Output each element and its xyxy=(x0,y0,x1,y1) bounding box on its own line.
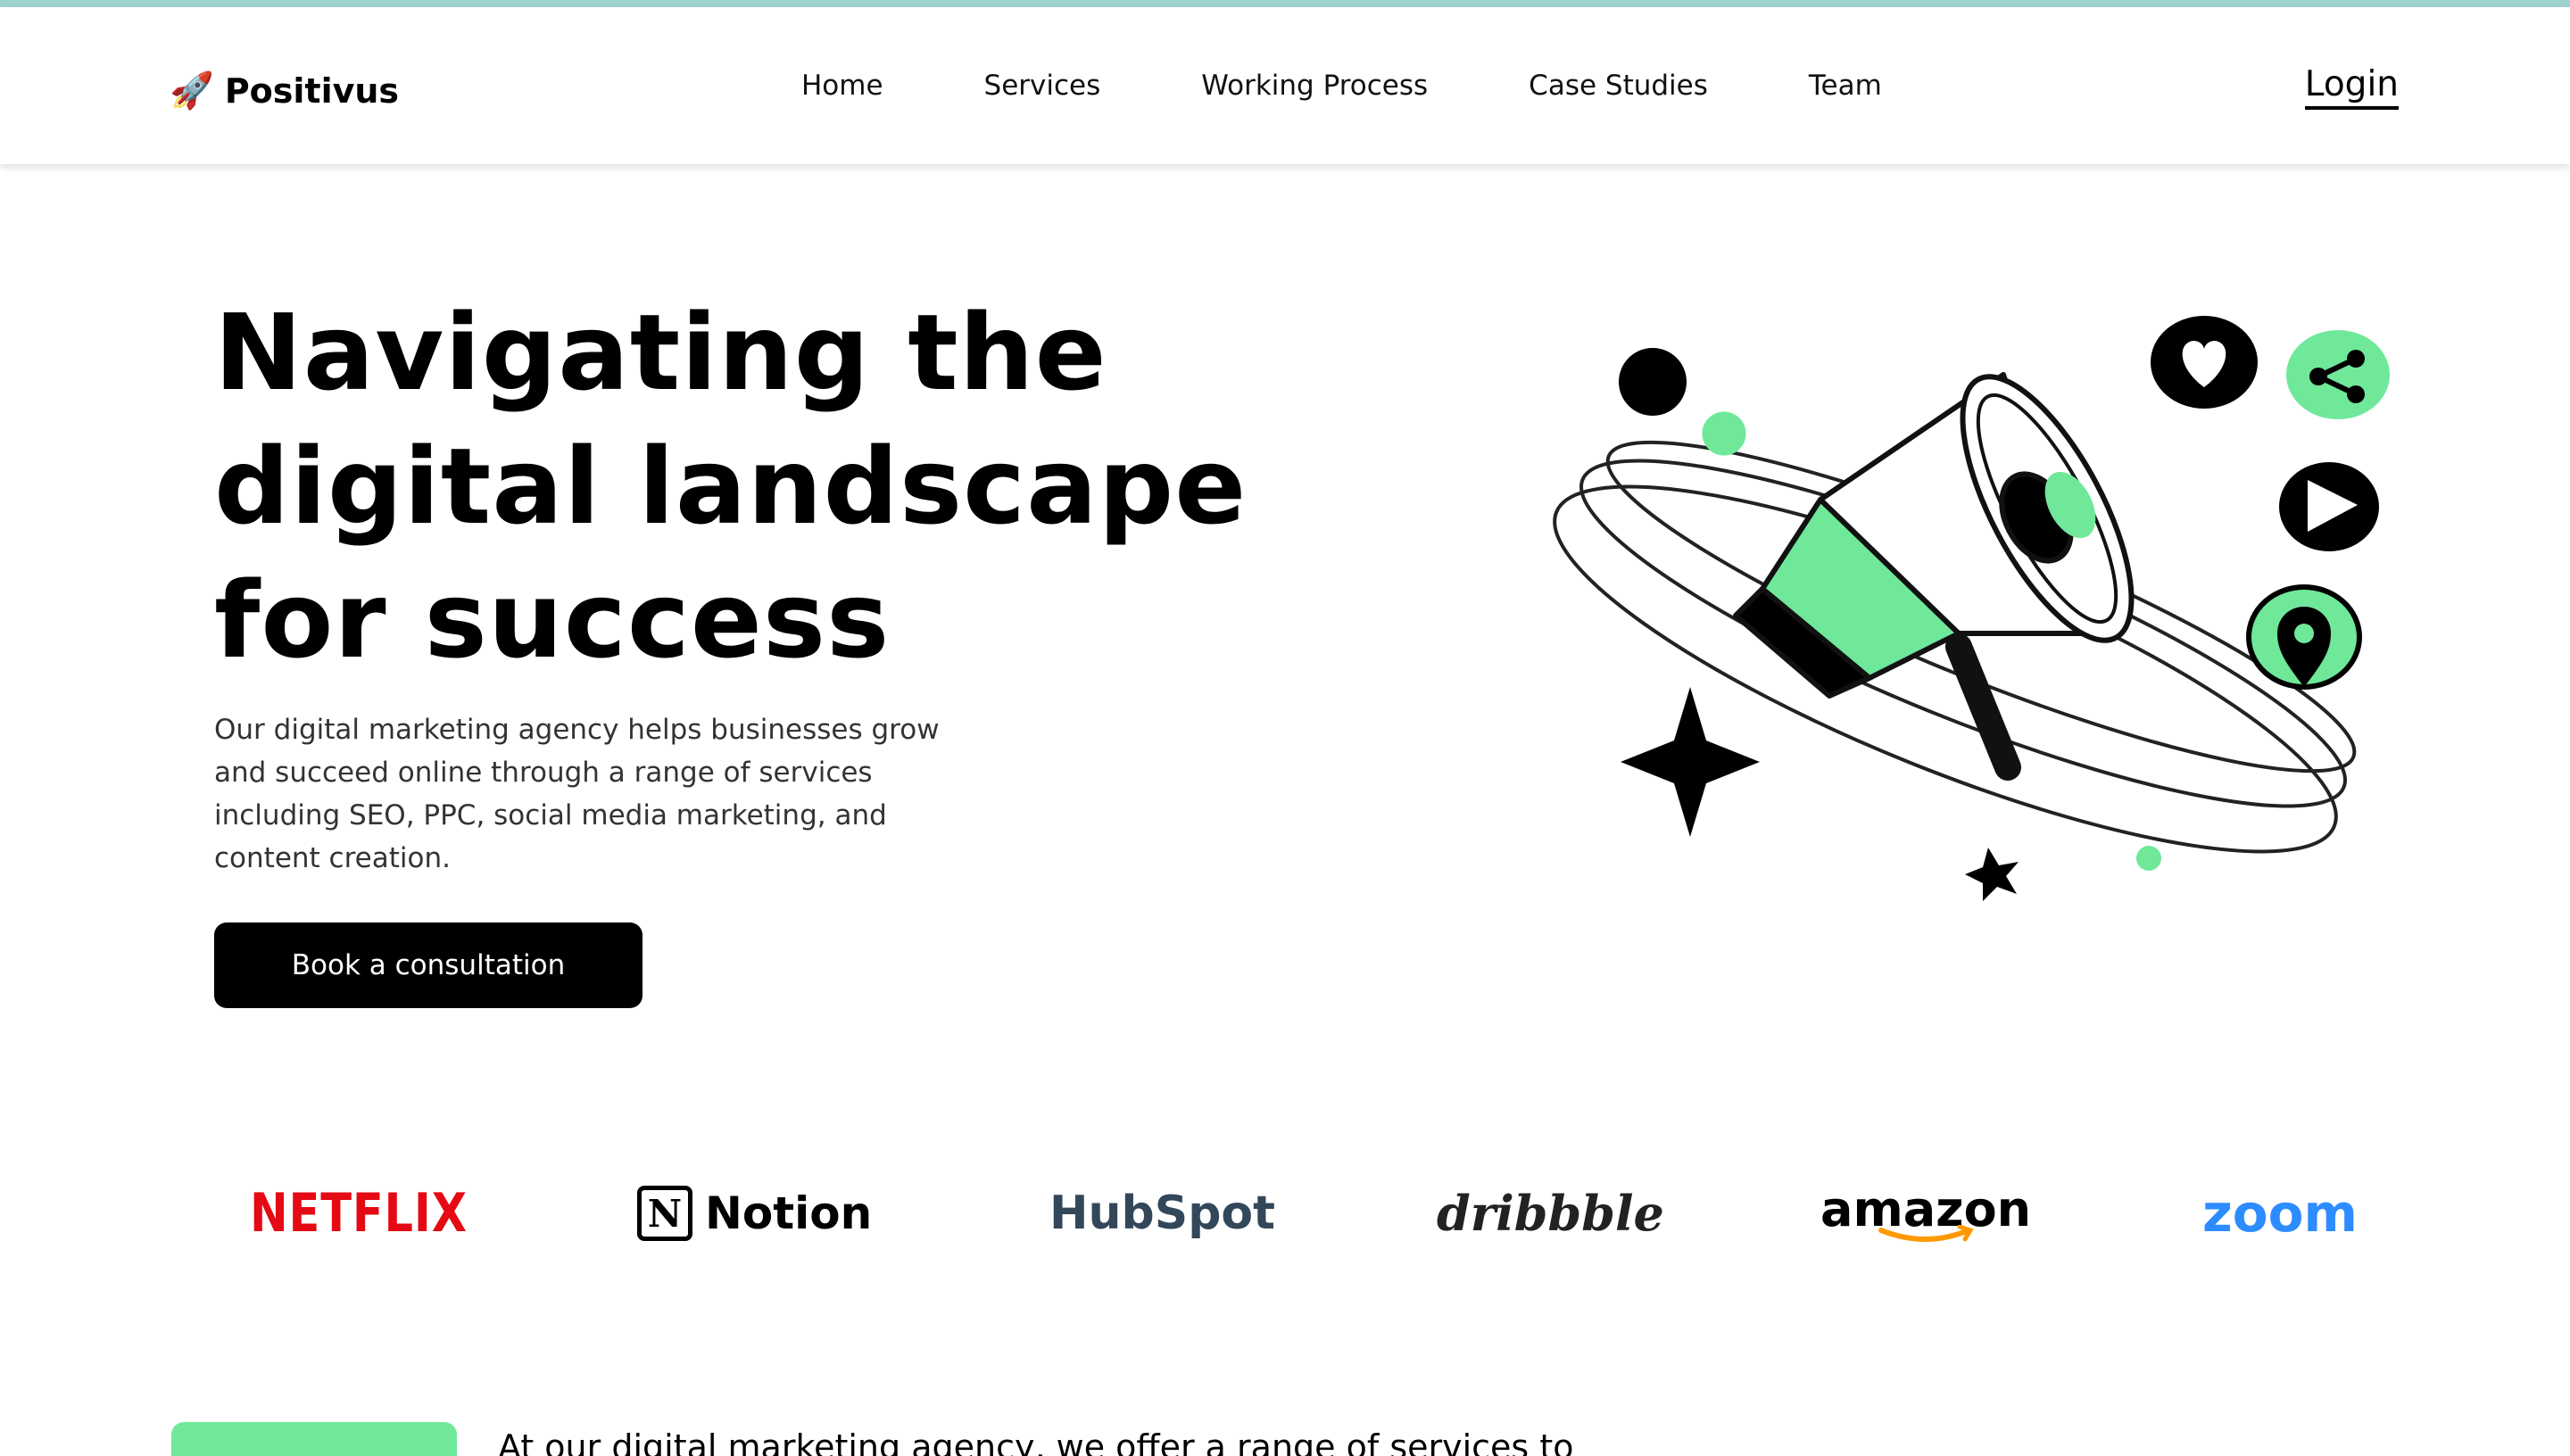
top-accent-line xyxy=(0,0,2570,7)
brand-name: Positivus xyxy=(224,71,400,111)
client-logo-notion: N Notion xyxy=(637,1178,872,1249)
nav-team[interactable]: Team xyxy=(1809,70,1882,102)
amazon-smile-icon xyxy=(1878,1224,1974,1242)
location-icon xyxy=(2246,584,2362,690)
sparkle-icon xyxy=(1621,687,1760,837)
services-section-tag xyxy=(171,1422,457,1456)
nav-working-process[interactable]: Working Process xyxy=(1201,70,1428,102)
nav-services[interactable]: Services xyxy=(984,70,1101,102)
main-nav: Home Services Working Process Case Studi… xyxy=(801,70,1882,102)
hero-title-line-2: digital landscape xyxy=(214,425,1248,548)
share-icon xyxy=(2286,330,2390,419)
hero-title: Navigating the digital landscape for suc… xyxy=(214,285,1285,687)
nav-home[interactable]: Home xyxy=(801,70,883,102)
client-logo-amazon: amazon xyxy=(1820,1178,2031,1249)
rocket-icon: 🚀 xyxy=(170,70,214,112)
notion-wordmark: Notion xyxy=(705,1187,873,1239)
book-consultation-button[interactable]: Book a consultation xyxy=(214,922,642,1008)
notion-icon: N xyxy=(637,1186,692,1241)
hero-description: Our digital marketing agency helps busin… xyxy=(214,714,940,874)
megaphone-illustration xyxy=(1553,316,2390,901)
site-header: 🚀 Positivus Home Services Working Proces… xyxy=(0,7,2570,164)
heart-icon xyxy=(2151,316,2258,409)
client-logo-zoom: zoom xyxy=(2202,1183,2358,1244)
play-icon xyxy=(2279,462,2379,551)
services-intro-text: At our digital marketing agency, we offe… xyxy=(498,1427,1574,1456)
brand-logo[interactable]: 🚀 Positivus xyxy=(170,66,399,116)
client-logo-hubspot: HubSpot xyxy=(1049,1187,1276,1240)
client-logo-netflix: NETFLIX xyxy=(250,1182,468,1245)
hero-title-line-1: Navigating the xyxy=(214,291,1107,414)
hero-title-line-3: for success xyxy=(214,558,891,682)
login-link[interactable]: Login xyxy=(2304,64,2399,110)
nav-case-studies[interactable]: Case Studies xyxy=(1529,70,1708,102)
client-logo-dribbble: dribbble xyxy=(1437,1185,1664,1242)
black-dot xyxy=(1619,348,1687,416)
